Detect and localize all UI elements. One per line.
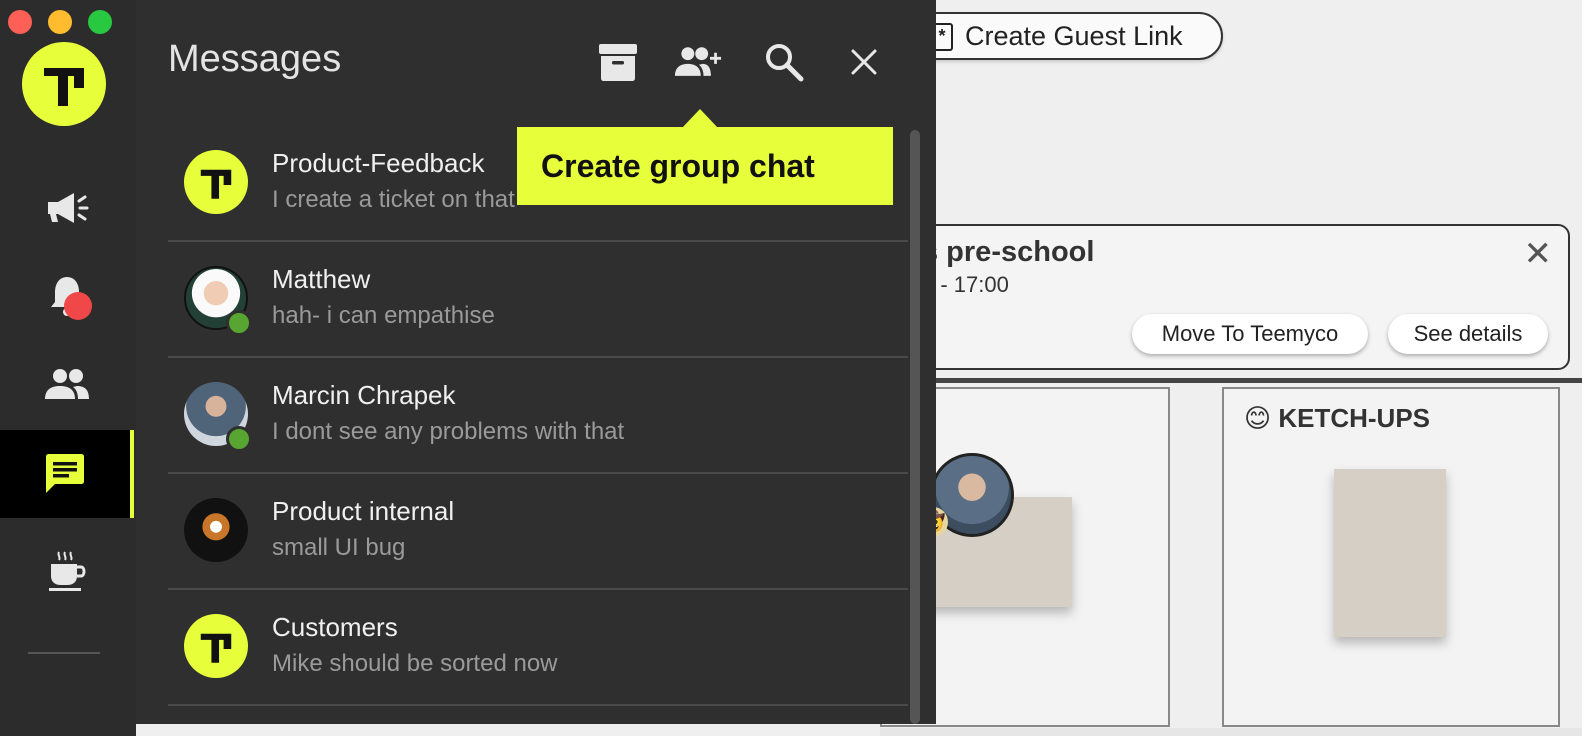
see-details-button[interactable]: See details (1388, 314, 1548, 354)
group-avatar (184, 150, 248, 214)
chat-icon (46, 454, 84, 493)
conversation-name: Customers (272, 612, 398, 642)
conversation-name: Product-Feedback (272, 148, 485, 178)
close-panel-button[interactable] (840, 38, 888, 86)
conversation-item[interactable]: Matthew hah- i can empathise (168, 242, 908, 358)
close-icon (851, 49, 877, 75)
conversation-preview: Mike should be sorted now (272, 650, 558, 677)
room-card-ketchups[interactable]: 😊 KETCH-UPS (1222, 387, 1560, 727)
conversation-name: Product internal (272, 496, 455, 526)
conversation-preview: small UI bug (272, 534, 406, 561)
conversation-item[interactable]: Customers Mike should be sorted now (168, 590, 908, 706)
teemyco-logo-icon (44, 68, 84, 106)
sidebar-item-messages[interactable] (0, 430, 134, 518)
teemyco-logo-icon (200, 169, 232, 199)
window-minimize-button[interactable] (48, 10, 72, 34)
panel-title: Messages (168, 38, 342, 80)
create-group-chat-tooltip: Create group chat (517, 127, 893, 205)
people-icon (45, 369, 89, 399)
search-icon (766, 44, 804, 82)
group-avatar (184, 614, 248, 678)
conversation-item[interactable]: Marcin Chrapek I dont see any problems w… (168, 358, 908, 474)
notification-badge (64, 292, 92, 320)
tooltip-arrow (682, 109, 718, 128)
archive-icon (599, 44, 637, 81)
teemyco-logo-icon (200, 633, 232, 663)
conversation-item[interactable]: Product internal small UI bug (168, 474, 908, 590)
coffee-cup-icon (49, 551, 86, 591)
sidebar-divider (28, 652, 100, 654)
conversation-name: Marcin Chrapek (272, 380, 456, 410)
notice-close-icon[interactable]: ✕ (1524, 234, 1553, 274)
left-sidebar (0, 0, 136, 736)
window-zoom-button[interactable] (88, 10, 112, 34)
scrollbar[interactable] (910, 130, 920, 724)
create-group-chat-button[interactable] (674, 38, 722, 86)
move-to-teemyco-button[interactable]: Move To Teemyco (1132, 314, 1368, 354)
online-status-dot (226, 310, 252, 336)
window-close-button[interactable] (8, 10, 32, 34)
conversation-preview: hah- i can empathise (272, 302, 495, 329)
desk (1334, 469, 1446, 637)
sidebar-item-announcements[interactable] (0, 164, 134, 252)
sidebar-item-coffee[interactable] (0, 528, 134, 616)
notice-title: s pre-school (922, 236, 1095, 268)
conversation-preview: I create a ticket on that (272, 186, 515, 213)
bottom-strip (880, 728, 1582, 736)
event-notice-card: s pre-school 0 - 17:00 ✕ Move To Teemyco… (880, 224, 1570, 370)
teemyco-logo[interactable] (22, 42, 106, 126)
guest-link-label: Create Guest Link (965, 20, 1183, 51)
conversation-preview: I dont see any problems with that (272, 418, 625, 445)
online-status-dot (226, 426, 252, 452)
group-avatar (184, 498, 248, 562)
create-guest-link-button[interactable]: * Create Guest Link (905, 12, 1223, 60)
add-group-icon (674, 47, 722, 76)
room-divider (880, 378, 1582, 383)
archive-button[interactable] (594, 38, 642, 86)
messages-panel: Messages Product-Feedback I create a tic… (136, 0, 936, 724)
megaphone-icon (48, 193, 89, 223)
conversation-name: Matthew (272, 264, 371, 294)
room-title: 😊 KETCH-UPS (1244, 403, 1430, 433)
sidebar-item-people[interactable] (0, 340, 134, 428)
search-button[interactable] (760, 38, 808, 86)
